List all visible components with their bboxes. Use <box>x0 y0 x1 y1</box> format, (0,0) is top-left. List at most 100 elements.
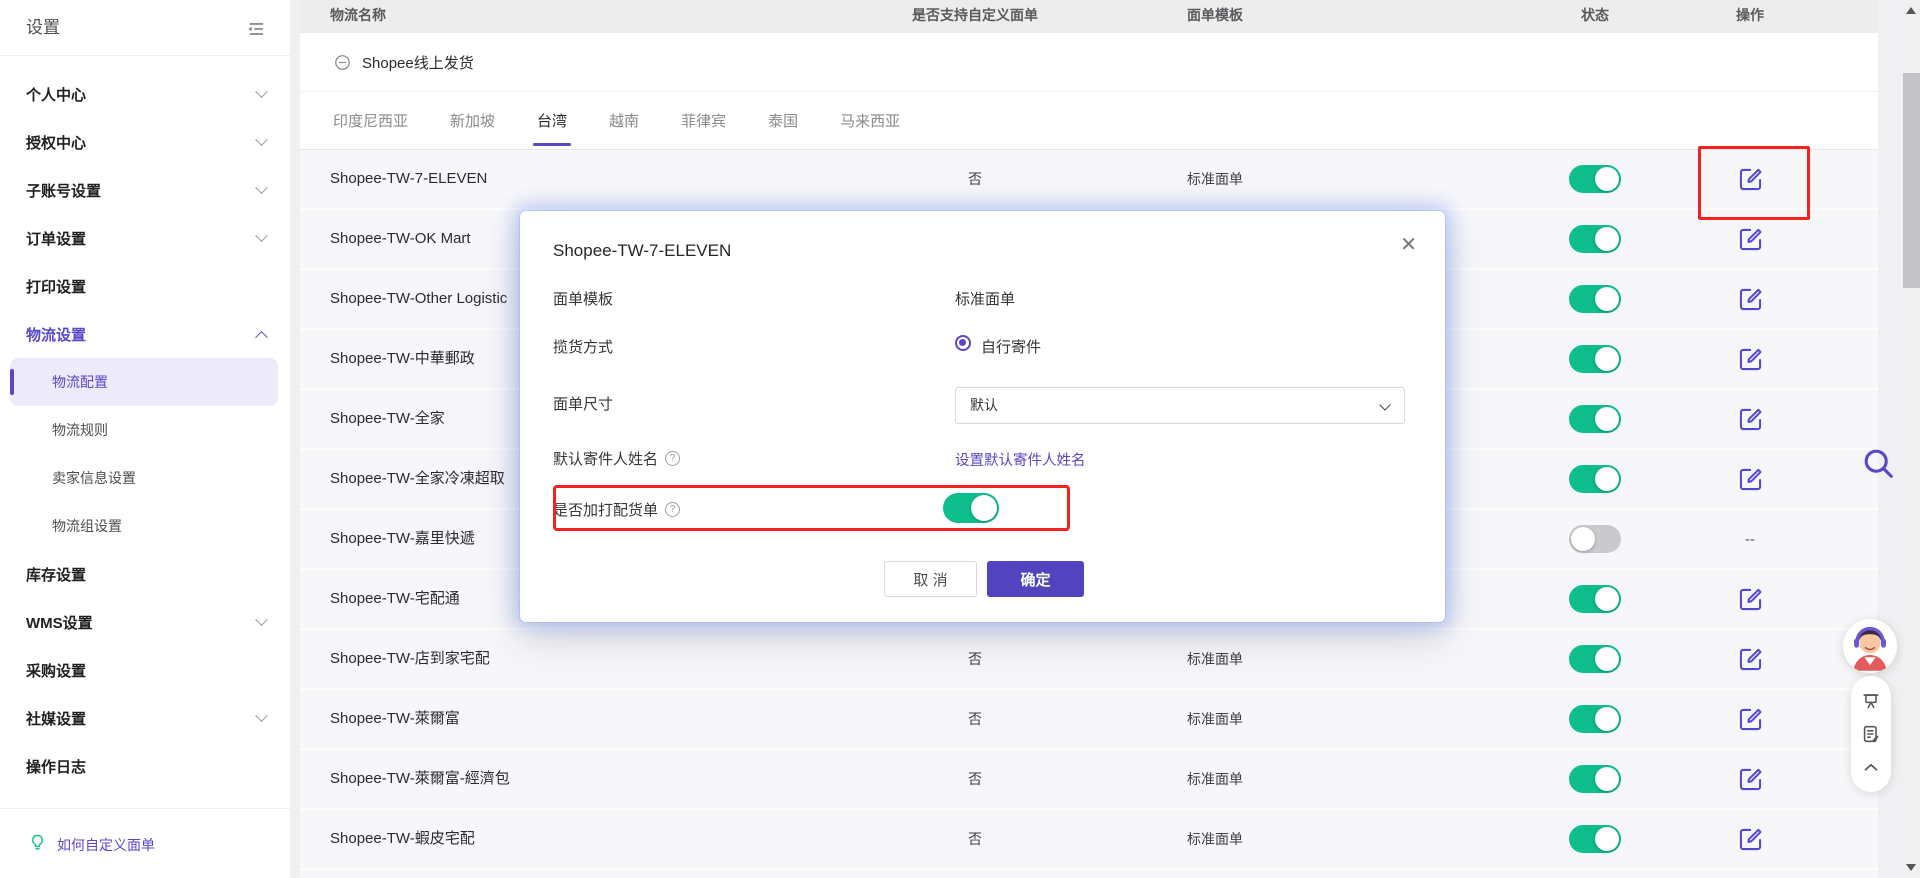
howto-custom-waybill[interactable]: 如何自定义面单 <box>0 824 290 866</box>
logistics-name: Shopee-TW-宅配通 <box>330 590 460 607</box>
no-action-dash: -- <box>1745 530 1755 548</box>
scroll-down-arrow[interactable] <box>1906 864 1916 871</box>
status-toggle[interactable] <box>1569 645 1621 673</box>
status-toggle[interactable] <box>1569 765 1621 793</box>
logistics-name: Shopee-TW-店到家宅配 <box>330 650 490 667</box>
edit-icon[interactable] <box>1736 345 1764 373</box>
tab-label: 马来西亚 <box>840 113 901 130</box>
edit-icon[interactable] <box>1736 465 1764 493</box>
tab-台湾[interactable]: 台湾 <box>533 92 572 149</box>
sidebar-item-订单设置[interactable]: 订单设置 <box>0 214 290 262</box>
set-default-sender-link[interactable]: 设置默认寄件人姓名 <box>955 449 1086 470</box>
sidebar-item-物流设置[interactable]: 物流设置 <box>0 310 290 358</box>
status-toggle[interactable] <box>1569 585 1621 613</box>
status-toggle[interactable] <box>1569 825 1621 853</box>
sidebar-item-打印设置[interactable]: 打印设置 <box>0 262 290 310</box>
edit-icon[interactable] <box>1736 285 1764 313</box>
edit-icon[interactable] <box>1736 645 1764 673</box>
chevron-down-icon <box>1379 399 1391 411</box>
sidebar-item-个人中心[interactable]: 个人中心 <box>0 70 290 118</box>
sidebar-item-社媒设置[interactable]: 社媒设置 <box>0 694 290 742</box>
field-label-packing-slip: 是否加打配货单 ? <box>553 499 681 520</box>
edit-icon[interactable] <box>1736 225 1764 253</box>
edit-icon[interactable] <box>1736 585 1764 613</box>
action-cell <box>1650 150 1850 208</box>
edit-icon[interactable] <box>1736 165 1764 193</box>
scroll-up-arrow[interactable] <box>1906 7 1916 14</box>
tab-泰国[interactable]: 泰国 <box>768 92 798 149</box>
sidebar-item-授权中心[interactable]: 授权中心 <box>0 118 290 166</box>
confirm-button[interactable]: 确定 <box>987 561 1084 597</box>
status-toggle[interactable] <box>1569 405 1621 433</box>
tab-菲律宾[interactable]: 菲律宾 <box>681 92 726 149</box>
settings-page: 设置 个人中心 授权中心 子账号设置 订单设置 打印设置物流设置物流配置物流规则卖家信息… <box>0 0 1920 878</box>
status-toggle[interactable] <box>1569 525 1621 553</box>
edit-icon[interactable] <box>1736 705 1764 733</box>
sidebar-subitem-label: 物流组设置 <box>52 518 122 534</box>
divider <box>0 808 290 809</box>
sidebar-subitem-label: 物流规则 <box>52 422 108 438</box>
edit-icon[interactable] <box>1736 765 1764 793</box>
announcement-board-icon[interactable] <box>1859 689 1883 713</box>
sidebar-item-库存设置[interactable]: 库存设置 <box>0 550 290 598</box>
status-toggle[interactable] <box>1569 165 1621 193</box>
chevron-down-icon <box>255 84 268 98</box>
vertical-scrollbar <box>1903 0 1920 878</box>
help-icon[interactable]: ? <box>665 451 681 466</box>
col-waybill-template: 面单模板 <box>1187 7 1243 23</box>
group-row: Shopee线上发货 <box>300 33 1878 92</box>
sidebar-subitem-卖家信息设置[interactable]: 卖家信息设置 <box>10 454 278 502</box>
custom-waybill-value: 否 <box>968 831 982 847</box>
customer-service-avatar[interactable] <box>1843 619 1897 673</box>
note-edit-icon[interactable] <box>1859 722 1883 746</box>
status-toggle[interactable] <box>1569 705 1621 733</box>
sidebar-item-label: 库存设置 <box>26 566 87 584</box>
tab-新加坡[interactable]: 新加坡 <box>450 92 495 149</box>
waybill-template-value: 标准面单 <box>1187 651 1243 667</box>
help-icon[interactable]: ? <box>665 502 681 517</box>
back-to-top-icon[interactable] <box>1859 755 1883 779</box>
status-toggle[interactable] <box>1569 225 1621 253</box>
custom-waybill-value: 否 <box>968 171 982 187</box>
tab-越南[interactable]: 越南 <box>609 92 639 149</box>
sidebar-subitem-物流规则[interactable]: 物流规则 <box>10 406 278 454</box>
action-cell <box>1650 270 1850 328</box>
waybill-template-value: 标准面单 <box>1187 171 1243 187</box>
status-toggle[interactable] <box>1569 465 1621 493</box>
tab-印度尼西亚[interactable]: 印度尼西亚 <box>333 92 408 149</box>
status-toggle[interactable] <box>1569 345 1621 373</box>
edit-icon[interactable] <box>1736 825 1764 853</box>
radio-self-ship[interactable] <box>955 335 971 351</box>
active-indicator <box>10 369 14 395</box>
radio-label: 自行寄件 <box>981 339 1042 356</box>
scrollbar-thumb[interactable] <box>1903 73 1920 288</box>
sidebar-item-WMS设置[interactable]: WMS设置 <box>0 598 290 646</box>
sidebar-item-操作日志[interactable]: 操作日志 <box>0 742 290 790</box>
page-title: 设置 <box>26 18 60 37</box>
sidebar-subitem-物流组设置[interactable]: 物流组设置 <box>10 502 278 550</box>
collapse-group-icon[interactable] <box>333 53 352 72</box>
select-value: 默认 <box>970 397 998 413</box>
status-toggle[interactable] <box>1569 285 1621 313</box>
logistics-name: Shopee-TW-中華郵政 <box>330 350 475 367</box>
cancel-button[interactable]: 取 消 <box>884 561 977 597</box>
sidebar-item-子账号设置[interactable]: 子账号设置 <box>0 166 290 214</box>
packing-slip-toggle[interactable] <box>943 493 999 523</box>
custom-waybill-value: 否 <box>968 771 982 787</box>
table-row: Shopee-TW-蝦皮宅配 否 标准面单 <box>300 810 1878 870</box>
close-icon[interactable]: ✕ <box>1400 235 1417 255</box>
table-row: Shopee-TW-店到家宅配 否 标准面单 <box>300 630 1878 690</box>
sidebar-item-采购设置[interactable]: 采购设置 <box>0 646 290 694</box>
sidebar-subitem-label: 物流配置 <box>52 374 108 390</box>
action-cell <box>1650 750 1850 808</box>
logistics-name: Shopee-TW-蝦皮宅配 <box>330 830 475 847</box>
tab-马来西亚[interactable]: 马来西亚 <box>840 92 900 149</box>
waybill-size-select[interactable]: 默认 <box>955 387 1405 424</box>
chevron-down-icon <box>255 612 268 626</box>
sidebar-subitem-物流配置[interactable]: 物流配置 <box>10 358 278 406</box>
logistics-name: Shopee-TW-嘉里快遞 <box>330 530 475 547</box>
collapse-sidebar-icon[interactable] <box>244 18 266 40</box>
search-icon[interactable] <box>1860 445 1897 487</box>
sidebar-item-label: 物流设置 <box>26 326 87 344</box>
edit-icon[interactable] <box>1736 405 1764 433</box>
